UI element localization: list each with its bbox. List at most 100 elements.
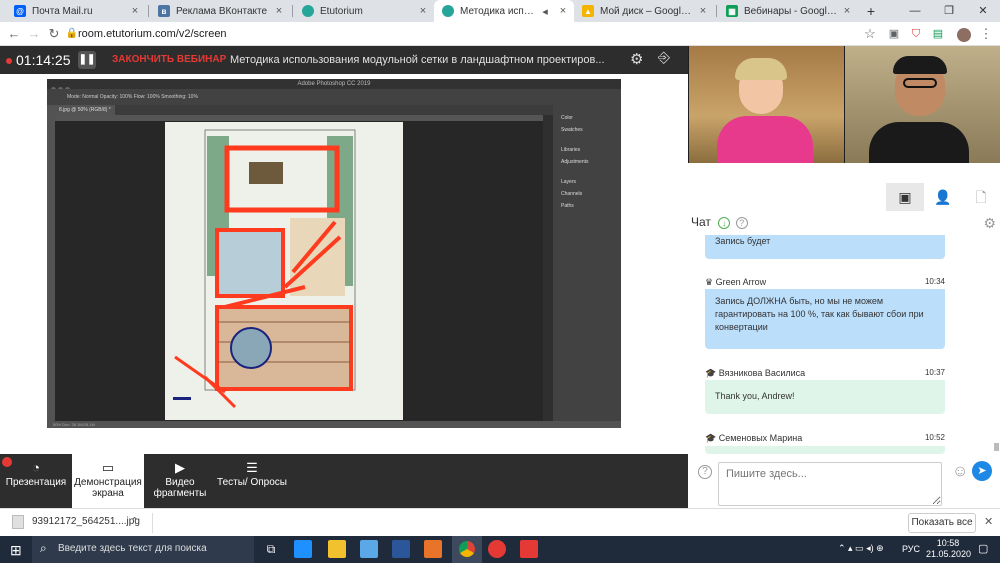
- side-tabs: ▣ 👤 🗋: [688, 183, 1000, 211]
- chat-header: Чат ↓ ?: [691, 215, 748, 229]
- notification-icon[interactable]: ▢: [978, 542, 988, 555]
- help-icon[interactable]: ?: [698, 465, 712, 479]
- panel-adjustments[interactable]: Adjustments: [561, 159, 589, 165]
- pinned-app-icon[interactable]: [360, 540, 378, 558]
- back-icon[interactable]: ←: [4, 24, 24, 44]
- chrome-icon: [459, 541, 475, 557]
- taskbar-clock[interactable]: 10:58 21.05.2020: [926, 538, 971, 560]
- close-icon[interactable]: ×: [272, 5, 286, 17]
- screen-share-button[interactable]: ▭ Демонстрация экрана: [72, 454, 144, 508]
- video-fragments-button[interactable]: ▶ Видео фрагменты: [144, 454, 216, 508]
- chat-message-input[interactable]: [718, 462, 942, 506]
- photoshop-title: Adobe Photoshop CC 2019: [47, 79, 621, 89]
- photoshop-toolbar: [47, 105, 55, 428]
- divider: [152, 513, 153, 533]
- task-view-icon[interactable]: ⧉: [262, 540, 280, 558]
- tab-mail[interactable]: @ Почта Mail.ru ×: [6, 0, 146, 22]
- close-icon[interactable]: ×: [840, 5, 854, 17]
- image-file-icon: [12, 515, 24, 529]
- participants-icon[interactable]: 👤: [924, 183, 962, 211]
- yandex-browser-icon[interactable]: [520, 540, 538, 558]
- tray-icons[interactable]: ⌃ ▴ ▭ ◂) ⊕: [838, 543, 884, 554]
- speaker-icon[interactable]: ◂: [538, 5, 552, 18]
- forward-icon[interactable]: →: [24, 24, 44, 44]
- window-close-icon[interactable]: ✕: [966, 0, 1000, 22]
- address-bar: ← → ↻ 🔒 room.etutorium.com/v2/screen ☆ ▣…: [0, 22, 1000, 46]
- file-icon[interactable]: 🗋: [962, 183, 1000, 211]
- chat-scrollbar[interactable]: [994, 443, 999, 451]
- file-explorer-icon[interactable]: [328, 540, 346, 558]
- send-button[interactable]: ➤: [972, 461, 992, 481]
- chrome-taskbar-active[interactable]: [452, 536, 482, 563]
- panel-paths[interactable]: Paths: [561, 203, 574, 209]
- panel-libraries[interactable]: Libraries: [561, 147, 580, 153]
- crown-icon: ♛: [705, 277, 714, 287]
- restore-icon[interactable]: ❐: [932, 0, 966, 22]
- settings-gear-icon[interactable]: ⚙: [630, 50, 643, 68]
- shared-photoshop-window: Adobe Photoshop CC 2019 Mode: Normal Opa…: [47, 79, 621, 428]
- graduation-cap-icon: 🎓: [705, 368, 717, 378]
- tab-google-sheets[interactable]: ▦ Вебинары - Google Таблиц ×: [718, 0, 858, 22]
- chat-input-area: ? ☺ ➤: [688, 455, 1000, 508]
- yandex-icon[interactable]: [488, 540, 506, 558]
- extension-shield-icon[interactable]: ⛉: [906, 24, 926, 44]
- emoji-icon[interactable]: ☺: [952, 463, 968, 481]
- taskbar-search-box[interactable]: ⌕ Введите здесь текст для поиска: [32, 536, 254, 563]
- chat-sender: ♛ Green Arrow: [705, 277, 767, 287]
- clock-pie-icon: ◔: [32, 460, 40, 475]
- finish-webinar-button[interactable]: ЗАКОНЧИТЬ ВЕБИНАР: [112, 46, 226, 74]
- recording-indicator: [2, 457, 12, 467]
- photoshop-options-bar: Mode: Normal Opacity: 100% Flow: 100% Sm…: [47, 89, 621, 105]
- chat-settings-gear-icon[interactable]: ⚙: [983, 215, 996, 232]
- tab-google-drive[interactable]: ▲ Мой диск – Google Диск ×: [574, 0, 714, 22]
- panel-swatches[interactable]: Swatches: [561, 127, 583, 133]
- tab-webinar-active[interactable]: Методика использован ◂ ×: [434, 0, 574, 22]
- word-icon[interactable]: [392, 540, 410, 558]
- chat-bubble-icon[interactable]: ▣: [886, 183, 924, 211]
- tab-vk[interactable]: в Реклама ВКонтакте ×: [150, 0, 290, 22]
- reload-icon[interactable]: ↻: [44, 24, 64, 44]
- photoshop-status-bar: 50% Doc: 28.1M/28.1M: [47, 421, 621, 428]
- windows-start-icon[interactable]: ⊞: [10, 542, 22, 559]
- language-indicator[interactable]: РУС: [902, 544, 920, 554]
- chevron-up-icon[interactable]: ⌃: [130, 515, 139, 528]
- download-filename[interactable]: 93912172_564251....jpg: [32, 516, 140, 527]
- tests-polls-button[interactable]: ☰ Тесты/ Опросы: [216, 454, 288, 508]
- close-icon[interactable]: ×: [556, 5, 570, 17]
- pinned-app-orange-icon[interactable]: [424, 540, 442, 558]
- panel-channels[interactable]: Channels: [561, 191, 582, 197]
- chat-time: 10:34: [924, 277, 945, 286]
- extension-icon[interactable]: ▣: [884, 24, 904, 44]
- tab-etutorium[interactable]: Etutorium ×: [294, 0, 434, 22]
- download-circle-icon[interactable]: ↓: [718, 217, 731, 229]
- url-field[interactable]: room.etutorium.com/v2/screen: [78, 25, 868, 43]
- close-icon[interactable]: ✕: [984, 515, 993, 528]
- play-icon: ▶: [175, 460, 185, 475]
- close-icon[interactable]: ×: [696, 5, 710, 17]
- mail-ru-icon: @: [14, 5, 26, 17]
- chat-message: [705, 446, 945, 454]
- close-icon[interactable]: ×: [416, 5, 430, 17]
- chat-message: Запись ДОЛЖНА быть, но мы не можем гаран…: [705, 289, 945, 349]
- minimize-icon[interactable]: —: [898, 0, 932, 22]
- show-all-button[interactable]: Показать все: [908, 513, 976, 533]
- new-tab-button[interactable]: +: [862, 0, 880, 22]
- extension-green-icon[interactable]: ▤: [928, 24, 948, 44]
- pause-button[interactable]: ❚❚: [78, 51, 96, 69]
- bookmark-star-icon[interactable]: ☆: [860, 24, 880, 44]
- chat-message: Запись будет: [705, 235, 945, 259]
- exit-icon[interactable]: ⎆: [658, 49, 670, 66]
- help-icon[interactable]: ?: [735, 217, 748, 229]
- google-drive-icon: ▲: [582, 5, 594, 17]
- menu-dots-icon[interactable]: ⋮: [976, 24, 996, 44]
- photoshop-panels: Color Swatches Libraries Adjustments Lay…: [553, 105, 621, 428]
- downloads-bar: 93912172_564251....jpg ⌃ Показать все ✕: [0, 508, 1000, 536]
- webcam-participant: [845, 46, 1000, 163]
- profile-avatar[interactable]: [954, 24, 974, 44]
- chat-sender: 🎓 Вязникова Василиса: [705, 368, 806, 378]
- panel-color[interactable]: Color: [561, 115, 573, 121]
- close-icon[interactable]: ×: [128, 5, 142, 17]
- edge-icon[interactable]: [294, 540, 312, 558]
- vk-icon: в: [158, 5, 170, 17]
- panel-layers[interactable]: Layers: [561, 179, 576, 185]
